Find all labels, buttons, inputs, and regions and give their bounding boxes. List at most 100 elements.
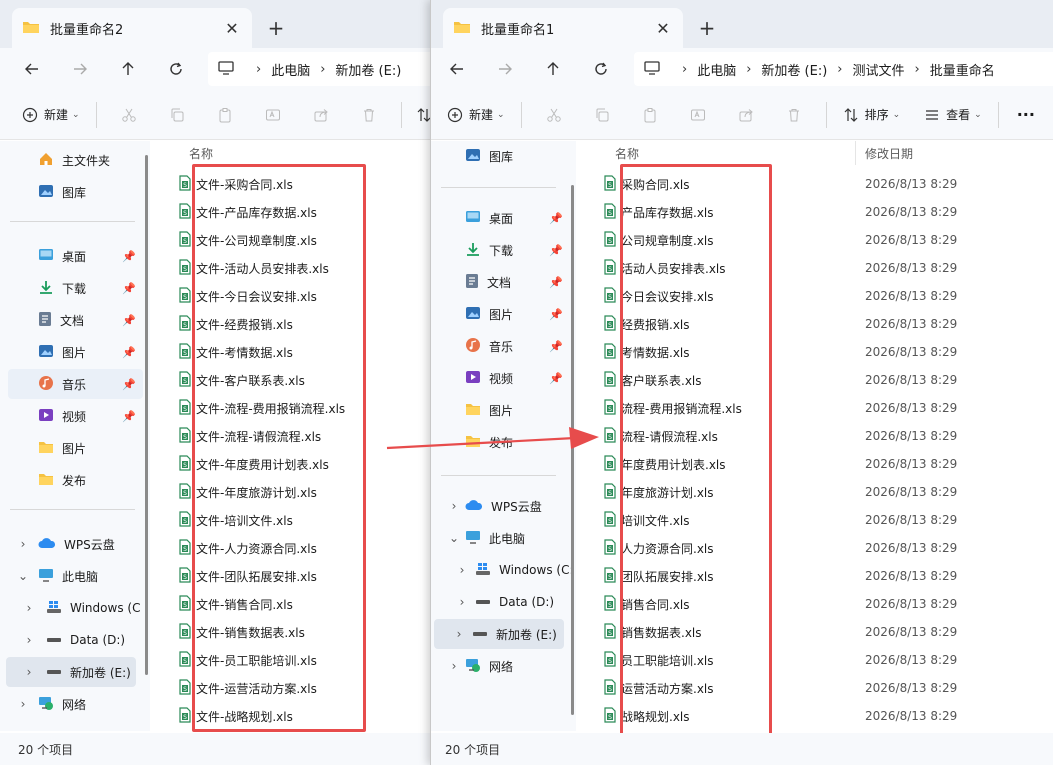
cut-button[interactable]: [530, 97, 578, 133]
column-header-name[interactable]: 名称: [189, 145, 213, 162]
share-button[interactable]: [722, 97, 770, 133]
chevron-right-icon[interactable]: ›: [16, 697, 30, 711]
file-row[interactable]: S 文件-采购合同.xls: [158, 170, 430, 198]
pin-icon[interactable]: 📌: [122, 314, 136, 327]
file-row[interactable]: S 文件-活动人员安排表.xls: [158, 254, 430, 282]
chevron-right-icon[interactable]: ›: [455, 563, 469, 577]
file-row[interactable]: S 文件-经费报销.xls: [158, 310, 430, 338]
file-row[interactable]: S 文件-培训文件.xls: [158, 506, 430, 534]
file-row[interactable]: S 文件-年度旅游计划.xls: [158, 478, 430, 506]
column-divider[interactable]: [855, 141, 856, 165]
file-row[interactable]: S 产品库存数据.xls 2026/8/13 8:29: [583, 198, 1053, 226]
sidebar-item-downloads[interactable]: 下载 📌: [8, 273, 143, 303]
sidebar-item-drive-c[interactable]: › Windows (C: [8, 593, 143, 623]
sidebar-item-folder-pictures[interactable]: 图片: [8, 433, 143, 463]
column-header-name[interactable]: 名称: [615, 145, 639, 162]
paste-button[interactable]: [626, 97, 674, 133]
close-icon[interactable]: ✕: [653, 19, 673, 38]
sidebar-item-home[interactable]: 主文件夹: [8, 145, 143, 175]
new-button[interactable]: 新建 ⌄: [14, 97, 88, 133]
file-row[interactable]: S 客户联系表.xls 2026/8/13 8:29: [583, 366, 1053, 394]
file-row[interactable]: S 销售数据表.xls 2026/8/13 8:29: [583, 618, 1053, 646]
breadcrumb-drive-e[interactable]: 新加卷 (E:): [335, 60, 401, 79]
breadcrumb-batch-rename[interactable]: 批量重命名: [930, 60, 995, 79]
chevron-right-icon[interactable]: ›: [447, 499, 461, 513]
sidebar-item-videos[interactable]: 视频 📌: [8, 401, 143, 431]
file-row[interactable]: S 文件-公司规章制度.xls: [158, 226, 430, 254]
view-button[interactable]: 查看 ⌄: [916, 97, 990, 133]
chevron-right-icon[interactable]: ›: [16, 537, 30, 551]
sidebar-item-drive-c[interactable]: › Windows (C:: [439, 555, 573, 585]
file-row[interactable]: S 文件-产品库存数据.xls: [158, 198, 430, 226]
file-row[interactable]: S 销售合同.xls 2026/8/13 8:29: [583, 590, 1053, 618]
file-row[interactable]: S 文件-战略规划.xls: [158, 702, 430, 730]
sidebar-item-music[interactable]: 音乐 📌: [439, 331, 569, 361]
sidebar-item-downloads[interactable]: 下载 📌: [439, 235, 569, 265]
sidebar-item-pictures[interactable]: 图片 📌: [8, 337, 143, 367]
new-tab-button[interactable]: +: [693, 14, 721, 42]
new-tab-button[interactable]: +: [262, 14, 290, 42]
sidebar-item-desktop[interactable]: 桌面 📌: [439, 203, 569, 233]
pin-icon[interactable]: 📌: [122, 282, 136, 295]
file-row[interactable]: S 文件-员工职能培训.xls: [158, 646, 430, 674]
address-bar[interactable]: › 此电脑 › 新加卷 (E:) › 测试文件 › 批量重命名: [634, 52, 1053, 86]
share-button[interactable]: [297, 97, 345, 133]
pin-icon[interactable]: 📌: [122, 378, 136, 391]
pin-icon[interactable]: 📌: [122, 250, 136, 263]
chevron-right-icon[interactable]: ›: [22, 633, 36, 647]
sidebar-item-wps-cloud[interactable]: › WPS云盘: [8, 529, 143, 559]
file-row[interactable]: S 运营活动方案.xls 2026/8/13 8:29: [583, 674, 1053, 702]
chevron-right-icon[interactable]: ›: [22, 665, 36, 679]
sidebar-item-drive-d[interactable]: › Data (D:): [439, 587, 569, 617]
file-row[interactable]: S 文件-团队拓展安排.xls: [158, 562, 430, 590]
file-row[interactable]: S 采购合同.xls 2026/8/13 8:29: [583, 170, 1053, 198]
forward-button[interactable]: [481, 51, 529, 87]
sort-button[interactable]: 排序 ⌄: [835, 97, 909, 133]
chevron-right-icon[interactable]: ›: [447, 659, 461, 673]
sidebar-item-folder-publish[interactable]: 发布: [8, 465, 143, 495]
sidebar-item-drive-d[interactable]: › Data (D:): [8, 625, 143, 655]
file-row[interactable]: S 年度旅游计划.xls 2026/8/13 8:29: [583, 478, 1053, 506]
chevron-right-icon[interactable]: ›: [22, 601, 36, 615]
chevron-right-icon[interactable]: ›: [455, 595, 469, 609]
sidebar-item-drive-e[interactable]: › 新加卷 (E:): [434, 619, 564, 649]
file-row[interactable]: S 文件-销售合同.xls: [158, 590, 430, 618]
delete-button[interactable]: [345, 97, 393, 133]
sidebar-item-gallery[interactable]: 图库: [8, 177, 143, 207]
pin-icon[interactable]: 📌: [549, 372, 563, 385]
paste-button[interactable]: [201, 97, 249, 133]
rename-button[interactable]: [249, 97, 297, 133]
breadcrumb-this-pc[interactable]: 此电脑: [697, 60, 736, 79]
rename-button[interactable]: [674, 97, 722, 133]
file-row[interactable]: S 经费报销.xls 2026/8/13 8:29: [583, 310, 1053, 338]
sidebar-item-music[interactable]: 音乐 📌: [8, 369, 143, 399]
file-row[interactable]: S 流程-费用报销流程.xls 2026/8/13 8:29: [583, 394, 1053, 422]
new-button[interactable]: 新建 ⌄: [439, 97, 513, 133]
pin-icon[interactable]: 📌: [122, 346, 136, 359]
sidebar-scrollbar[interactable]: [145, 155, 148, 675]
file-row[interactable]: S 团队拓展安排.xls 2026/8/13 8:29: [583, 562, 1053, 590]
chevron-right-icon[interactable]: ›: [452, 627, 466, 641]
file-row[interactable]: S 人力资源合同.xls 2026/8/13 8:29: [583, 534, 1053, 562]
forward-button[interactable]: [56, 51, 104, 87]
file-row[interactable]: S 文件-销售数据表.xls: [158, 618, 430, 646]
file-row[interactable]: S 今日会议安排.xls 2026/8/13 8:29: [583, 282, 1053, 310]
file-row[interactable]: S 年度费用计划表.xls 2026/8/13 8:29: [583, 450, 1053, 478]
file-row[interactable]: S 文件-考情数据.xls: [158, 338, 430, 366]
sidebar-item-documents[interactable]: 文档 📌: [439, 267, 569, 297]
pin-icon[interactable]: 📌: [549, 340, 563, 353]
sidebar-item-documents[interactable]: 文档 📌: [8, 305, 143, 335]
copy-button[interactable]: [578, 97, 626, 133]
file-row[interactable]: S 文件-流程-费用报销流程.xls: [158, 394, 430, 422]
sidebar-item-desktop[interactable]: 桌面 📌: [8, 241, 143, 271]
sidebar-item-this-pc[interactable]: ⌄ 此电脑: [439, 523, 569, 553]
cut-button[interactable]: [105, 97, 153, 133]
chevron-down-icon[interactable]: ⌄: [16, 569, 30, 583]
breadcrumb-drive-e[interactable]: 新加卷 (E:): [761, 60, 827, 79]
back-button[interactable]: [8, 51, 56, 87]
sidebar-item-pictures[interactable]: 图片 📌: [439, 299, 569, 329]
more-options-button[interactable]: ···: [1007, 97, 1043, 133]
address-bar[interactable]: › 此电脑 › 新加卷 (E:): [208, 52, 430, 86]
file-row[interactable]: S 战略规划.xls 2026/8/13 8:29: [583, 702, 1053, 730]
file-row[interactable]: S 文件-人力资源合同.xls: [158, 534, 430, 562]
